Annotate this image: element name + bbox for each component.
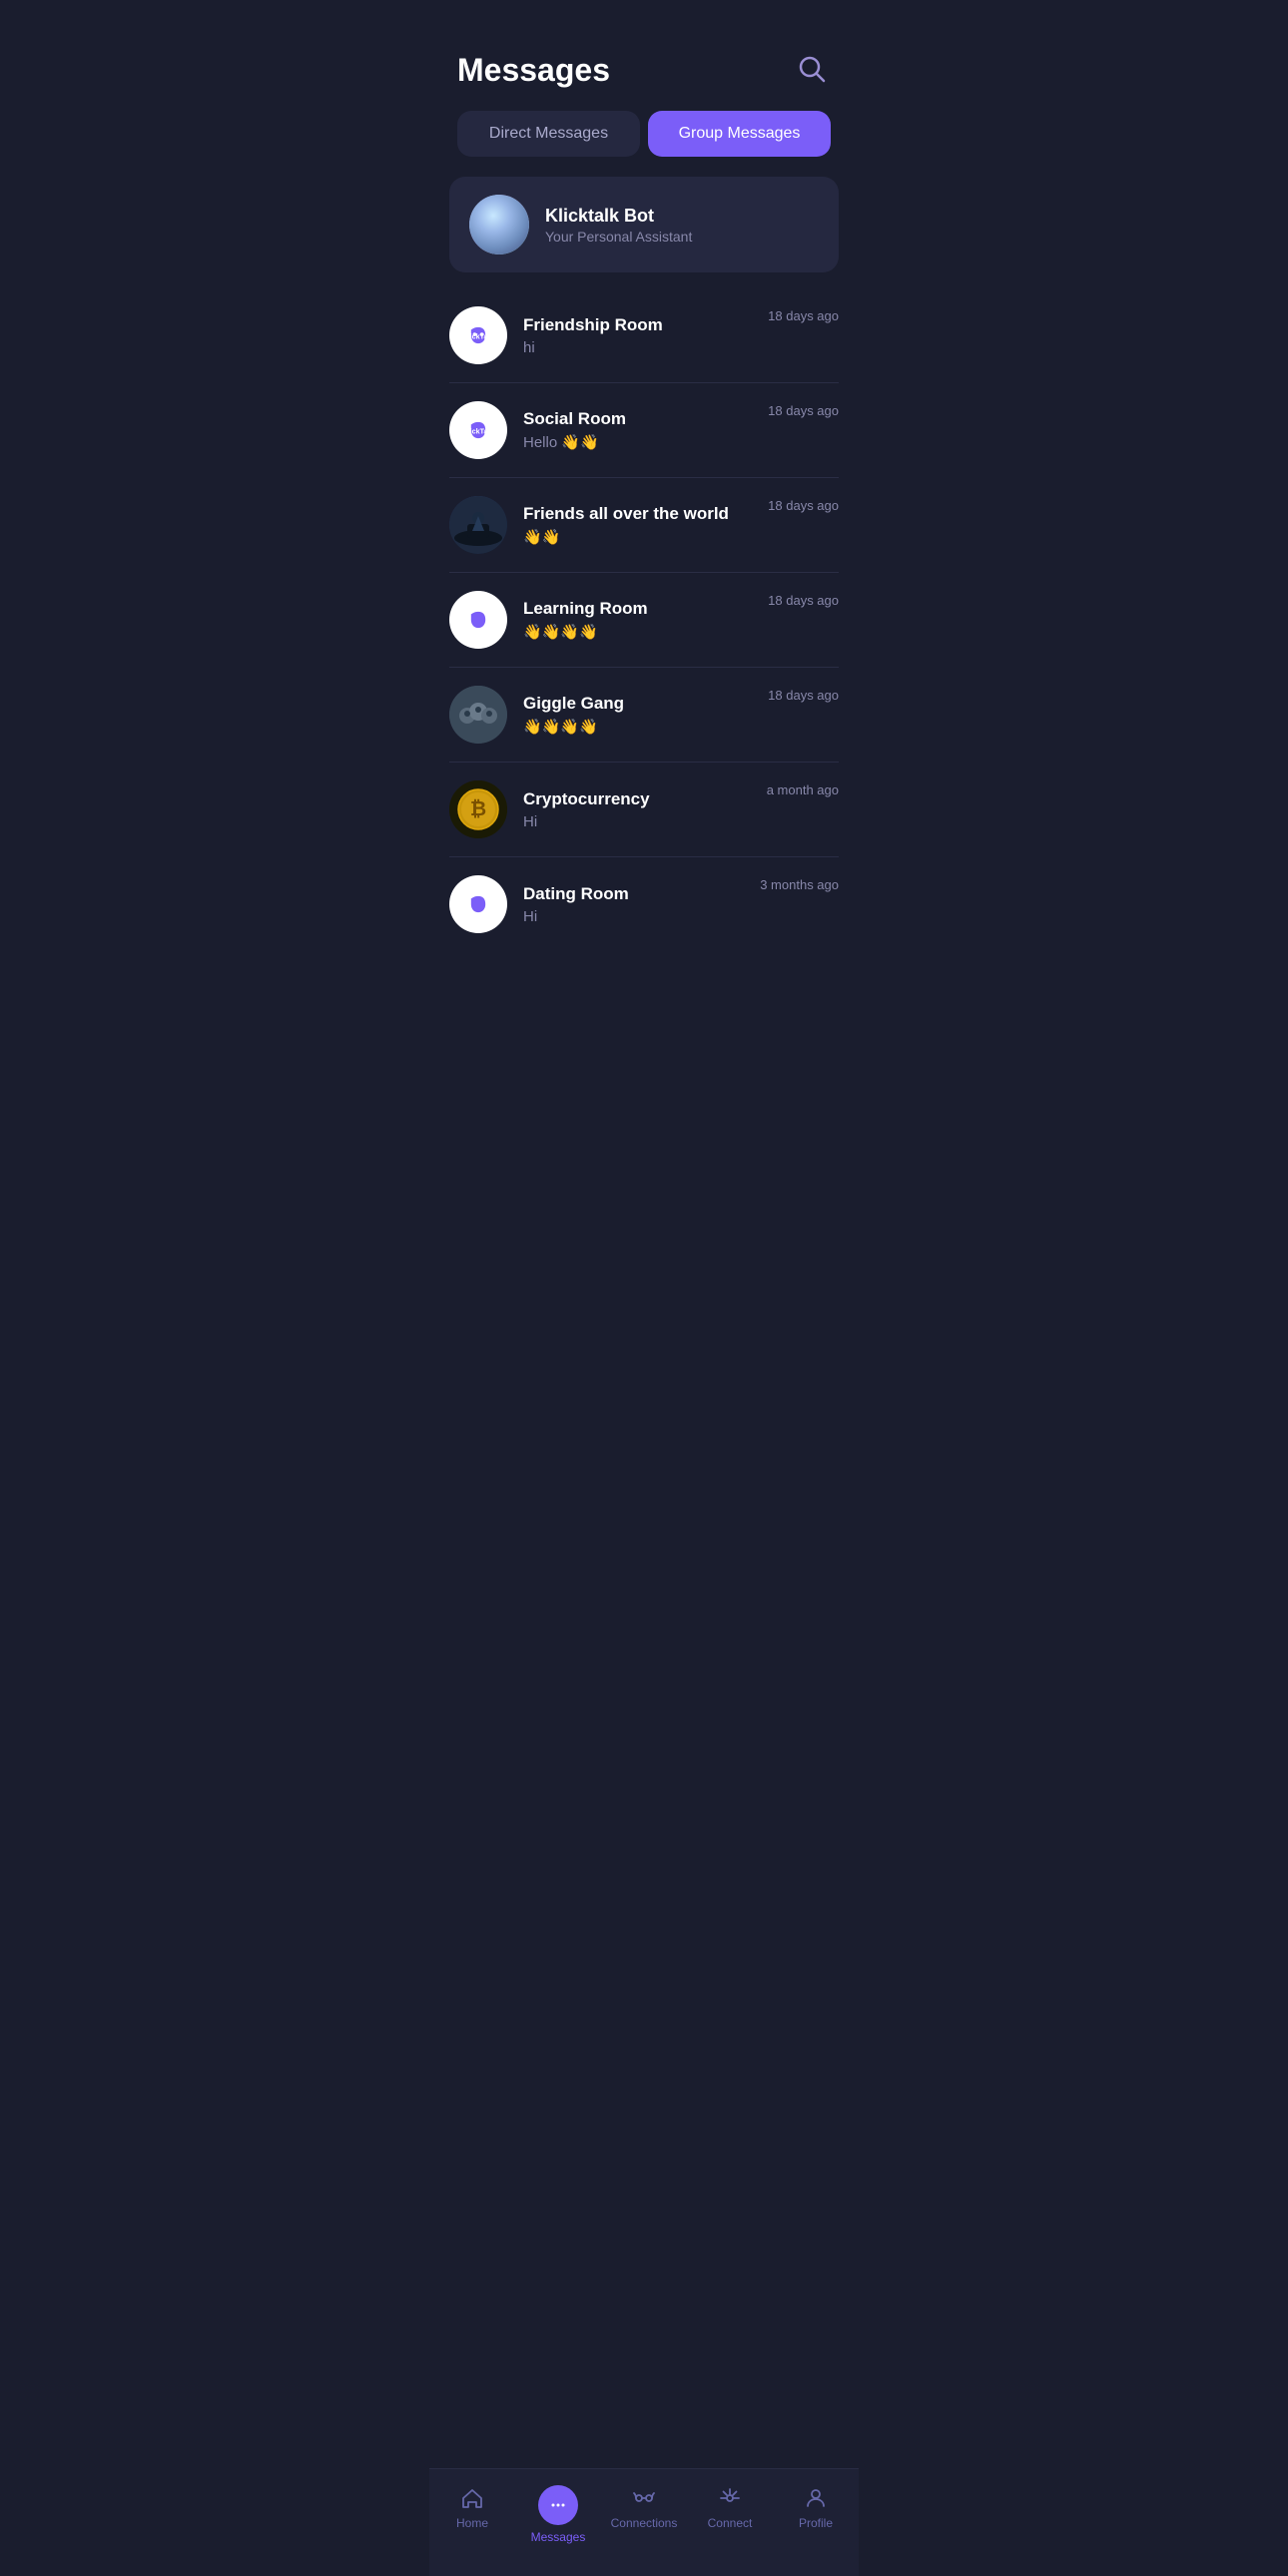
search-button[interactable] (793, 50, 831, 91)
bot-subtitle: Your Personal Assistant (545, 229, 692, 245)
profile-icon (803, 2485, 829, 2511)
list-item[interactable]: Giggle Gang 👋👋👋👋 18 days ago (449, 668, 839, 763)
group-avatar (449, 686, 507, 744)
nav-item-home[interactable]: Home (429, 2481, 515, 2548)
list-item[interactable]: Friends all over the world 👋👋 18 days ag… (449, 478, 839, 573)
message-time: 18 days ago (768, 403, 839, 418)
page-title: Messages (457, 52, 610, 89)
group-name: Social Room (523, 409, 752, 429)
message-content: Friendship Room hi (523, 315, 752, 356)
message-content: Cryptocurrency Hi (523, 789, 751, 830)
message-preview: 👋👋👋👋 (523, 718, 752, 736)
search-icon (797, 54, 827, 84)
bot-info: Klicktalk Bot Your Personal Assistant (545, 206, 692, 245)
group-avatar: ₿ (449, 780, 507, 838)
message-time: 18 days ago (768, 688, 839, 703)
list-item[interactable]: Dating Room Hi 3 months ago (449, 857, 839, 951)
tabs-container: Direct Messages Group Messages (429, 111, 859, 157)
message-content: Friends all over the world 👋👋 (523, 504, 752, 546)
message-preview: Hi (523, 813, 751, 830)
message-preview: hi (523, 339, 752, 356)
bot-card[interactable]: Klicktalk Bot Your Personal Assistant (449, 177, 839, 272)
connect-icon (717, 2485, 743, 2511)
message-content: Giggle Gang 👋👋👋👋 (523, 694, 752, 736)
group-name: Learning Room (523, 599, 752, 619)
list-item[interactable]: KlickTalk Friendship Room hi 18 days ago (449, 288, 839, 383)
message-preview: 👋👋 (523, 528, 752, 546)
message-time: 18 days ago (768, 593, 839, 608)
list-item[interactable]: ₿ Cryptocurrency Hi a month ago (449, 763, 839, 857)
nav-item-connect[interactable]: Connect (687, 2481, 773, 2548)
tab-group-messages[interactable]: Group Messages (648, 111, 831, 157)
message-time: 18 days ago (768, 308, 839, 323)
message-preview: 👋👋👋👋 (523, 623, 752, 641)
message-preview: Hello 👋👋 (523, 433, 752, 451)
group-name: Friends all over the world (523, 504, 752, 524)
message-time: 18 days ago (768, 498, 839, 513)
nav-item-connections[interactable]: Connections (601, 2481, 687, 2548)
messages-nav-bubble (538, 2485, 578, 2525)
svg-text:KlickTalk: KlickTalk (462, 332, 493, 341)
message-time: 3 months ago (760, 877, 839, 892)
list-item[interactable]: Learning Room 👋👋👋👋 18 days ago (449, 573, 839, 668)
group-avatar (449, 591, 507, 649)
group-name: Friendship Room (523, 315, 752, 335)
nav-label-messages: Messages (531, 2530, 586, 2544)
group-avatar: KlickTalk (449, 306, 507, 364)
svg-text:KlickTalk: KlickTalk (462, 427, 493, 436)
message-content: Learning Room 👋👋👋👋 (523, 599, 752, 641)
nav-label-profile: Profile (799, 2516, 833, 2530)
list-item[interactable]: KlickTalk Social Room Hello 👋👋 18 days a… (449, 383, 839, 478)
group-avatar (449, 875, 507, 933)
bottom-nav: Home Messages Connections (429, 2468, 859, 2576)
bot-avatar (469, 195, 529, 255)
message-time: a month ago (767, 782, 839, 797)
nav-item-profile[interactable]: Profile (773, 2481, 859, 2548)
svg-text:₿: ₿ (470, 798, 486, 820)
header: Messages (429, 0, 859, 111)
group-avatar: KlickTalk (449, 401, 507, 459)
group-name: Dating Room (523, 884, 744, 904)
nav-item-messages[interactable]: Messages (515, 2481, 601, 2548)
messages-icon (547, 2494, 569, 2516)
group-name: Giggle Gang (523, 694, 752, 714)
message-content: Social Room Hello 👋👋 (523, 409, 752, 451)
message-list: KlickTalk Friendship Room hi 18 days ago… (429, 288, 859, 1710)
nav-label-connect: Connect (708, 2516, 753, 2530)
nav-label-connections: Connections (611, 2516, 678, 2530)
connections-icon (631, 2485, 657, 2511)
group-avatar (449, 496, 507, 554)
group-name: Cryptocurrency (523, 789, 751, 809)
tab-direct-messages[interactable]: Direct Messages (457, 111, 640, 157)
bot-name: Klicktalk Bot (545, 206, 692, 227)
message-content: Dating Room Hi (523, 884, 744, 925)
home-icon (459, 2485, 485, 2511)
nav-label-home: Home (456, 2516, 488, 2530)
message-preview: Hi (523, 908, 744, 925)
